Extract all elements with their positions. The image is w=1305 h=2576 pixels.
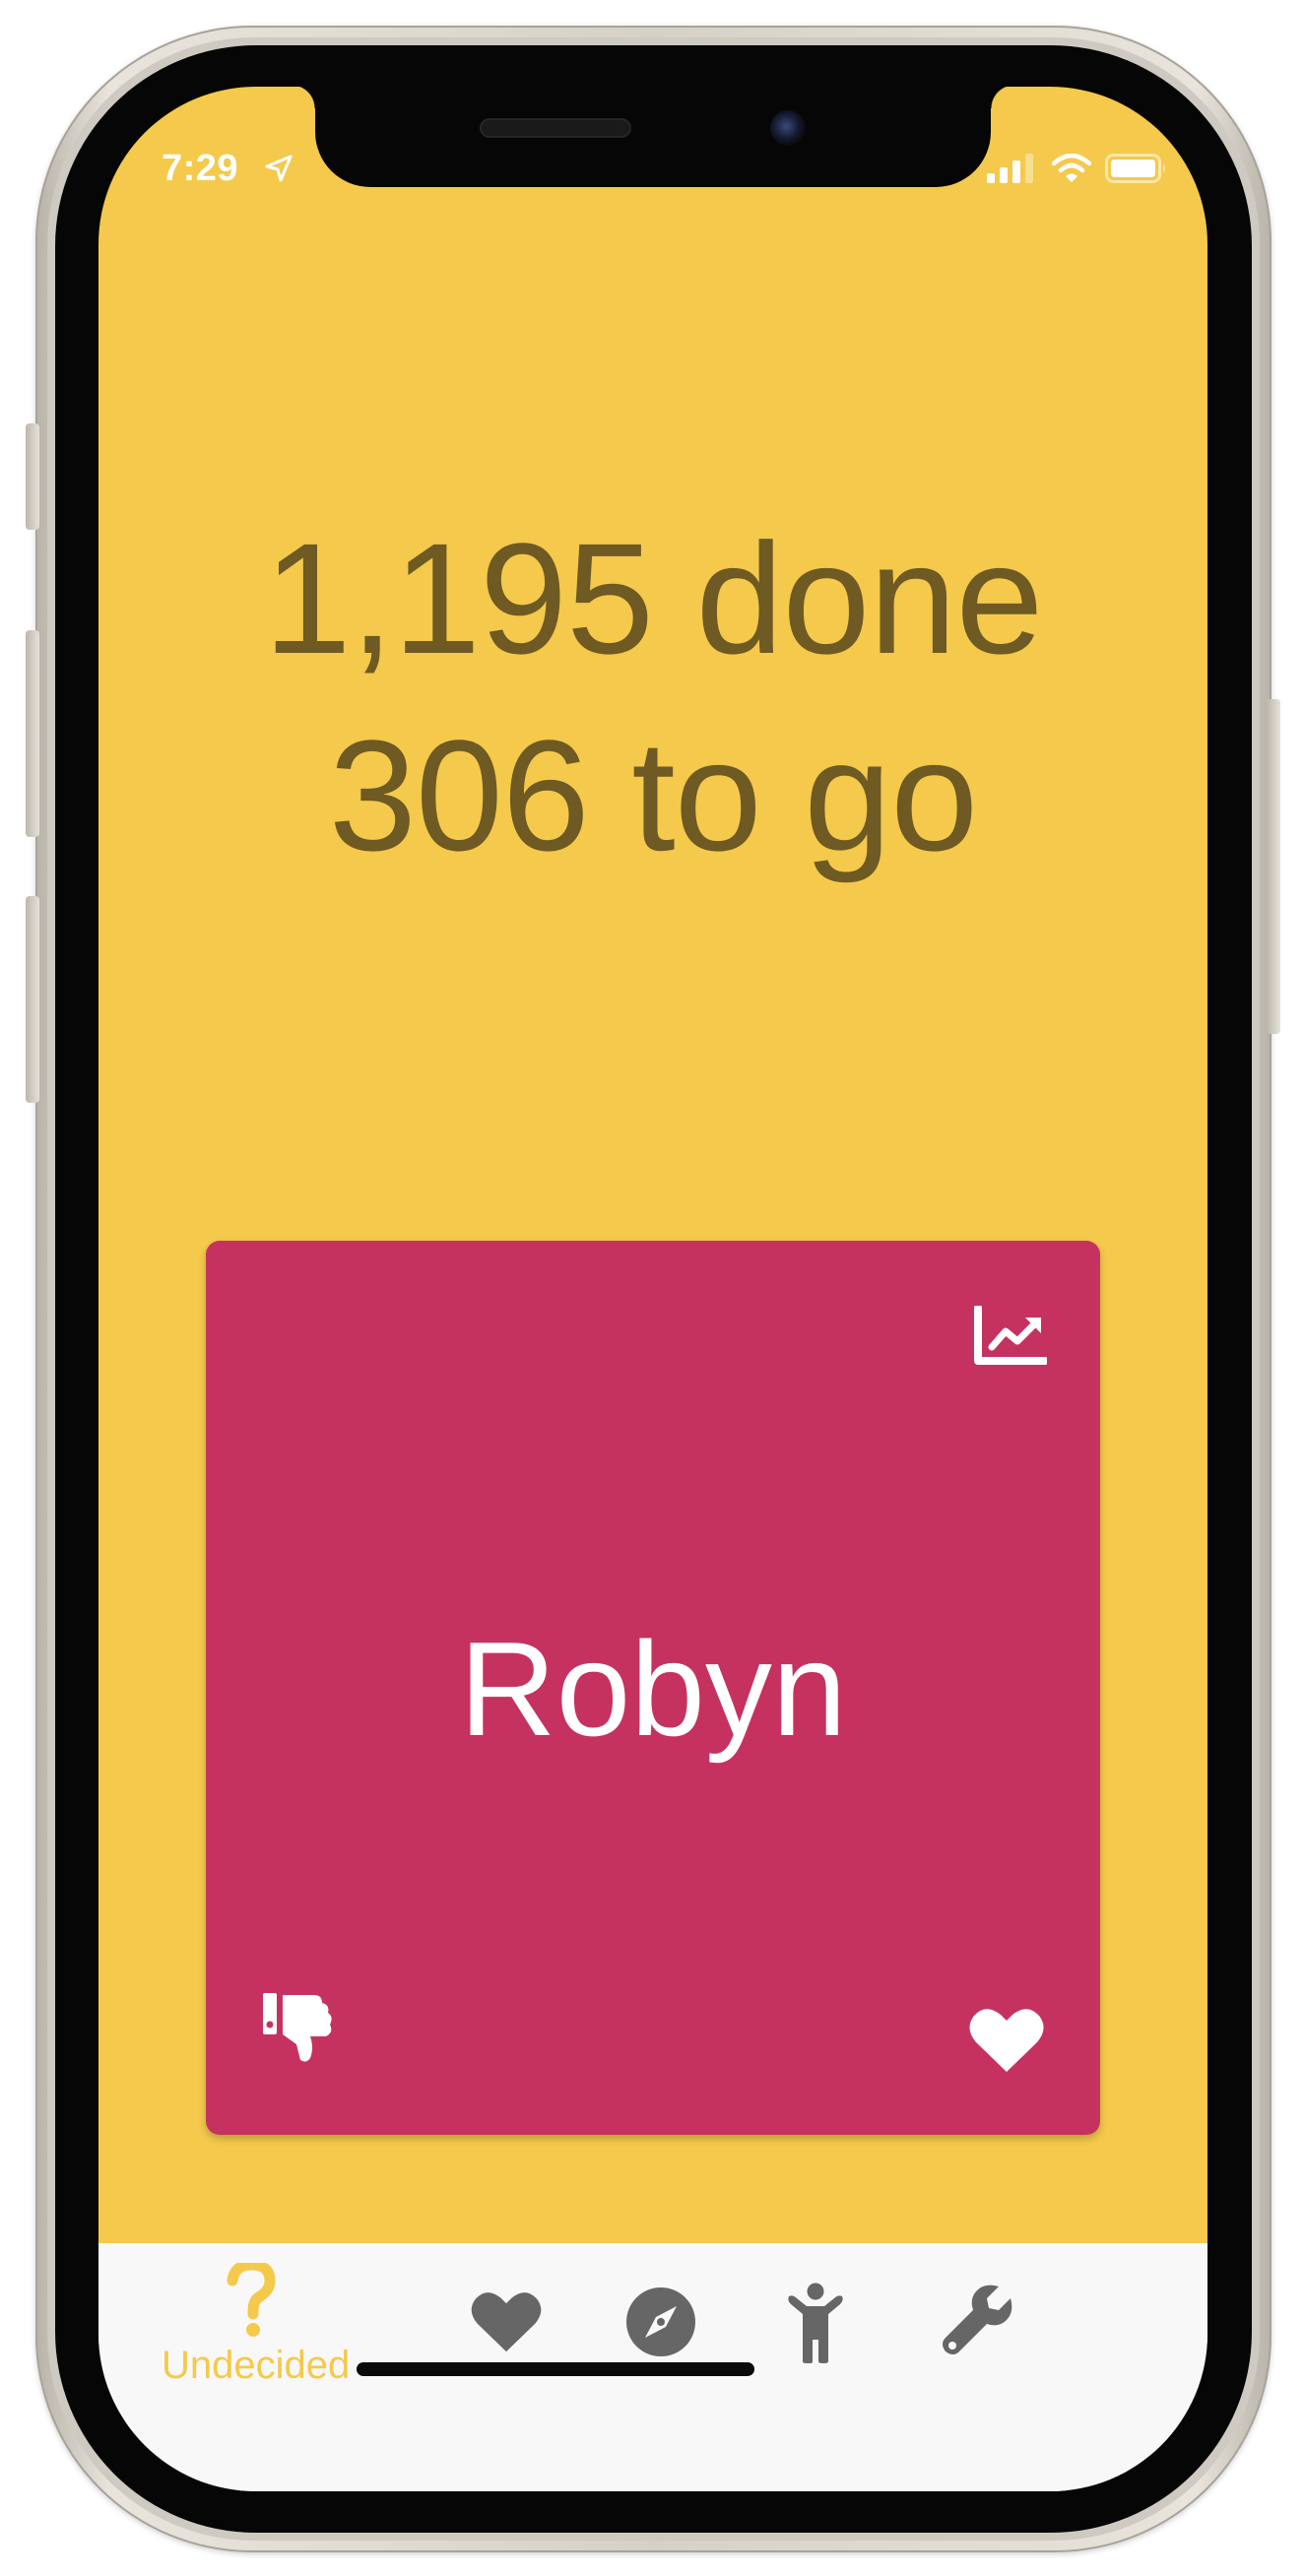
tab-undecided-label: Undecided (162, 2344, 351, 2387)
card-name: Robyn (459, 1614, 847, 1764)
tab-profile[interactable] (728, 2243, 905, 2391)
volume-up-button (26, 630, 39, 837)
child-icon (785, 2283, 846, 2368)
question-mark-icon (227, 2259, 276, 2343)
tab-undecided[interactable]: Undecided (162, 2243, 351, 2391)
cellular-signal-icon (987, 154, 1038, 188)
phone-mockup: 7:29 1,195 done 306 to go Robyn Undecide… (0, 0, 1305, 2576)
home-indicator[interactable] (357, 2362, 754, 2376)
trend-chart-icon[interactable] (974, 1304, 1049, 1370)
to-go-count: 306 to go (328, 707, 978, 883)
battery-icon (1105, 154, 1168, 188)
earpiece-speaker (480, 118, 631, 138)
done-count: 1,195 done (263, 510, 1044, 686)
progress-summary: 1,195 done 306 to go (98, 500, 1207, 894)
wifi-icon (1051, 153, 1092, 188)
thumbs-down-icon[interactable] (261, 1989, 336, 2069)
front-camera (770, 110, 806, 146)
camera-notch (292, 87, 1014, 187)
heart-icon[interactable] (968, 2007, 1045, 2079)
name-card[interactable]: Robyn (206, 1241, 1100, 2135)
location-arrow-icon (264, 154, 294, 188)
status-time: 7:29 (162, 148, 239, 189)
heart-icon (470, 2290, 543, 2358)
tab-settings[interactable] (886, 2243, 1064, 2391)
volume-down-button (26, 896, 39, 1103)
power-button (1267, 699, 1280, 1034)
app-screen: 7:29 1,195 done 306 to go Robyn Undecide… (98, 87, 1207, 2491)
status-icons (987, 153, 1168, 188)
wrench-icon (940, 2283, 1016, 2364)
silent-switch (26, 423, 39, 530)
compass-icon (625, 2286, 696, 2362)
